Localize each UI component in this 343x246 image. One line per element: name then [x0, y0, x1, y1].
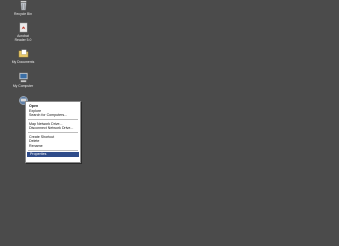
menu-item-search-for-computers[interactable]: Search for Computers... [26, 113, 80, 118]
desktop-icon-my-documents[interactable]: My Documents [5, 48, 41, 64]
menu-separator [28, 149, 78, 151]
menu-separator [28, 119, 78, 121]
desktop: Recycle Bin Acrobat Reader 5.0 My Docume… [0, 0, 339, 246]
desktop-icon-acrobat-reader[interactable]: Acrobat Reader 5.0 [5, 22, 41, 42]
menu-separator [28, 132, 78, 134]
desktop-icon-label: My Documents [11, 60, 35, 64]
menu-item-properties[interactable]: Properties [27, 152, 79, 157]
desktop-icon-label: Recycle Bin [14, 12, 32, 16]
desktop-icon-label: My Computer [12, 84, 34, 88]
my-computer-icon [18, 72, 28, 83]
recycle-bin-icon [19, 0, 27, 11]
context-menu: Open Explore Search for Computers... Map Ne… [25, 101, 81, 163]
desktop-icon-label: Acrobat Reader 5.0 [14, 34, 32, 42]
acrobat-reader-icon [19, 22, 27, 33]
desktop-icon-my-computer[interactable]: My Computer [5, 72, 41, 88]
menu-item-disconnect-network-drive[interactable]: Disconnect Network Drive... [26, 126, 80, 131]
menu-item-rename[interactable]: Rename [26, 144, 80, 149]
desktop-icon-recycle-bin[interactable]: Recycle Bin [5, 0, 41, 16]
my-documents-icon [18, 49, 28, 58]
